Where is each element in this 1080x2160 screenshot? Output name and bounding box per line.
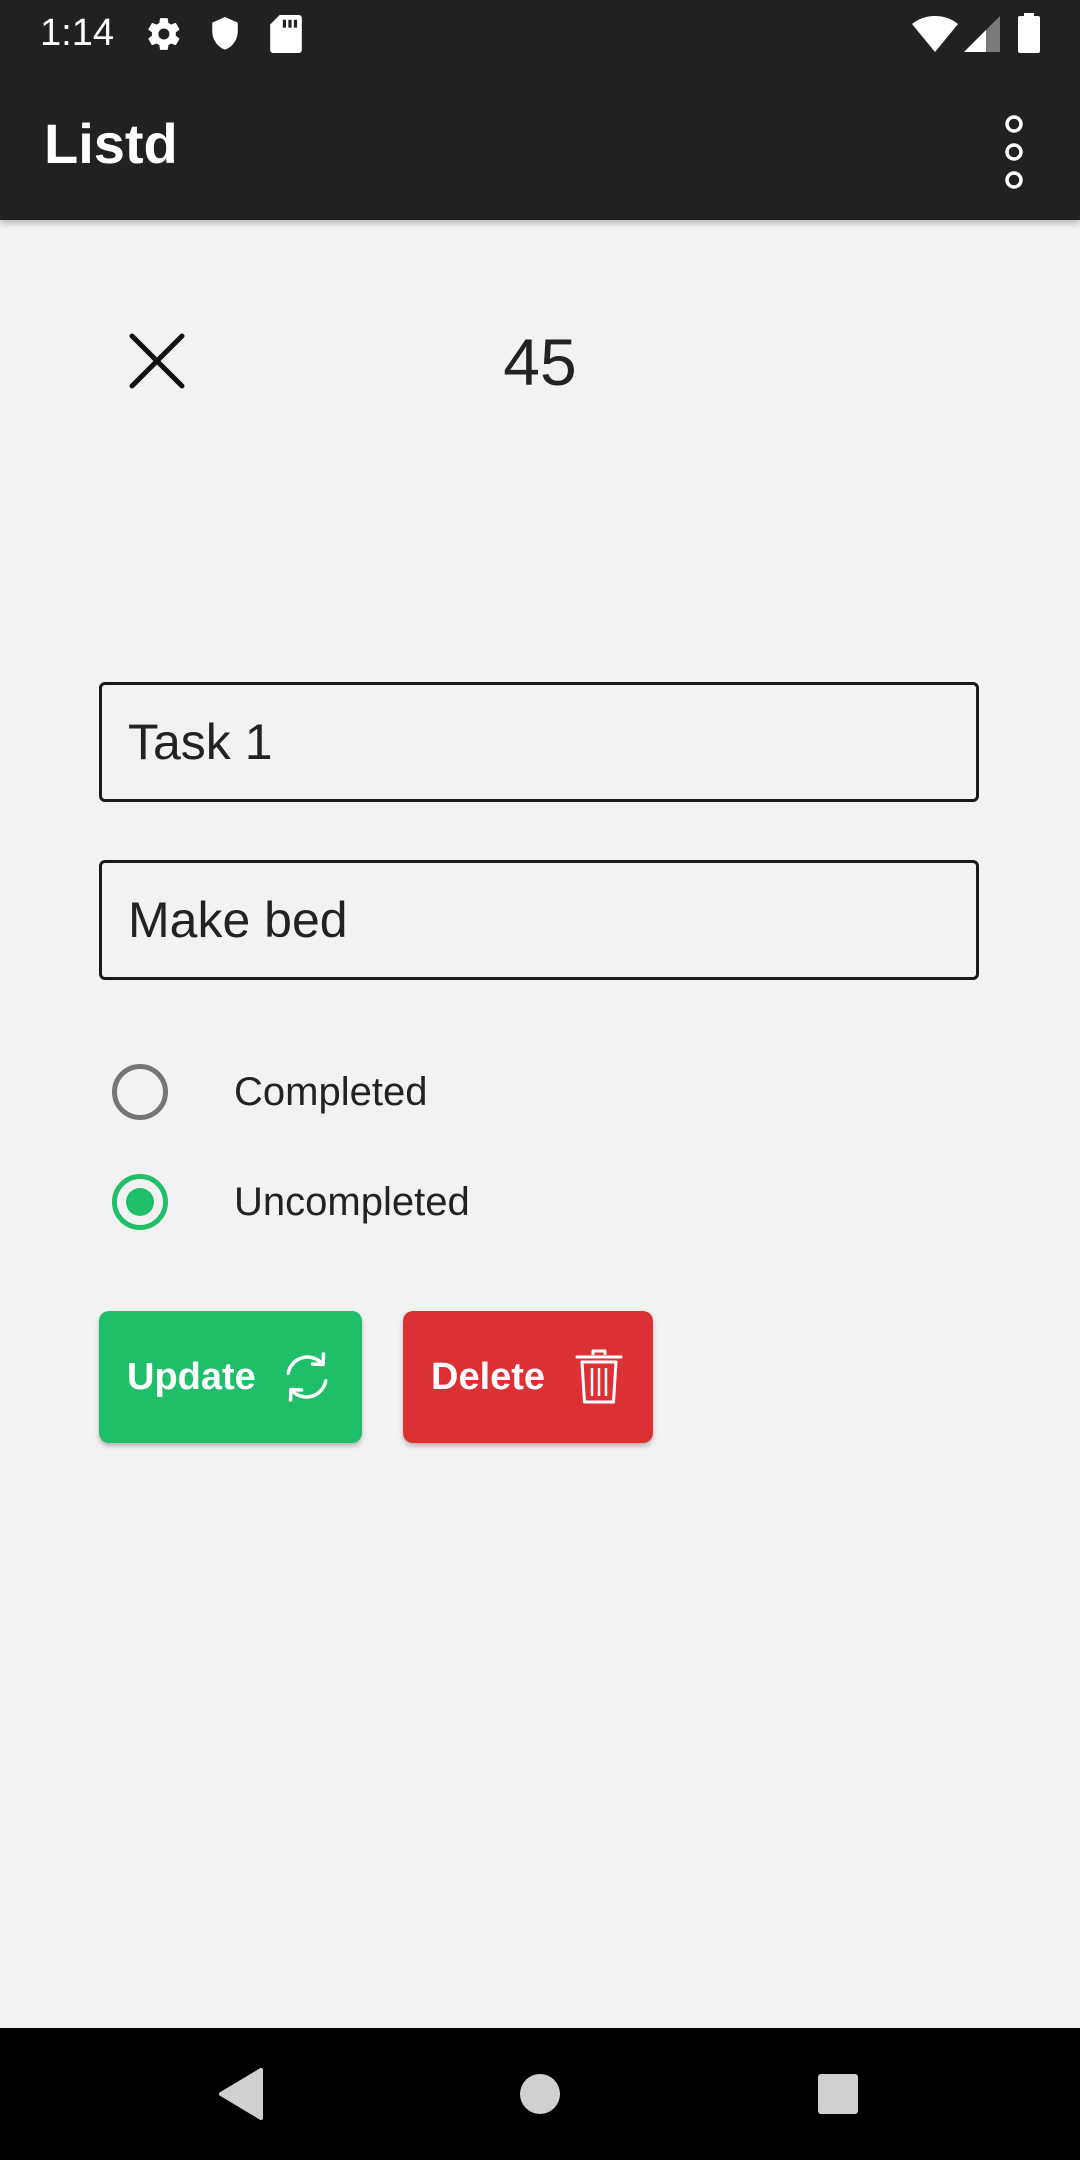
battery-icon: [1018, 13, 1040, 53]
nav-recents-button[interactable]: [808, 2064, 868, 2124]
radio-uncompleted-label: Uncompleted: [234, 1179, 470, 1224]
update-button-label: Update: [127, 1355, 256, 1398]
trash-icon: [575, 1349, 623, 1404]
back-icon: [219, 2068, 263, 2120]
delete-button[interactable]: Delete: [403, 1311, 653, 1443]
app-title: Listd: [44, 112, 178, 175]
overflow-menu-button[interactable]: [984, 104, 1044, 200]
radio-completed-label: Completed: [234, 1069, 428, 1114]
radio-completed[interactable]: Completed: [112, 1062, 427, 1122]
task-id: 45: [503, 325, 577, 399]
radio-uncompleted[interactable]: Uncompleted: [112, 1172, 470, 1232]
sd-card-icon: [270, 15, 302, 53]
task-title-input[interactable]: [99, 682, 979, 802]
signal-icon: [964, 16, 1000, 52]
nav-back-button[interactable]: [211, 2064, 271, 2124]
close-button[interactable]: [122, 326, 192, 396]
radio-unchecked-icon[interactable]: [112, 1064, 168, 1120]
radio-checked-icon[interactable]: [112, 1174, 168, 1230]
navigation-bar: [0, 2028, 1080, 2160]
status-time: 1:14: [40, 12, 114, 54]
wifi-icon: [912, 16, 958, 52]
nav-home-button[interactable]: [510, 2064, 570, 2124]
close-icon: [129, 333, 185, 389]
task-description-input[interactable]: [99, 860, 979, 980]
gear-icon: [148, 18, 180, 50]
status-bar: 1:14: [0, 0, 1080, 66]
delete-button-label: Delete: [431, 1355, 546, 1398]
recents-icon: [818, 2074, 858, 2114]
update-button[interactable]: Update: [99, 1311, 362, 1443]
more-vert-icon: [1005, 115, 1023, 189]
home-icon: [520, 2074, 560, 2114]
app-bar: Listd: [0, 66, 1080, 220]
shield-icon: [212, 17, 238, 50]
refresh-icon: [286, 1352, 328, 1402]
